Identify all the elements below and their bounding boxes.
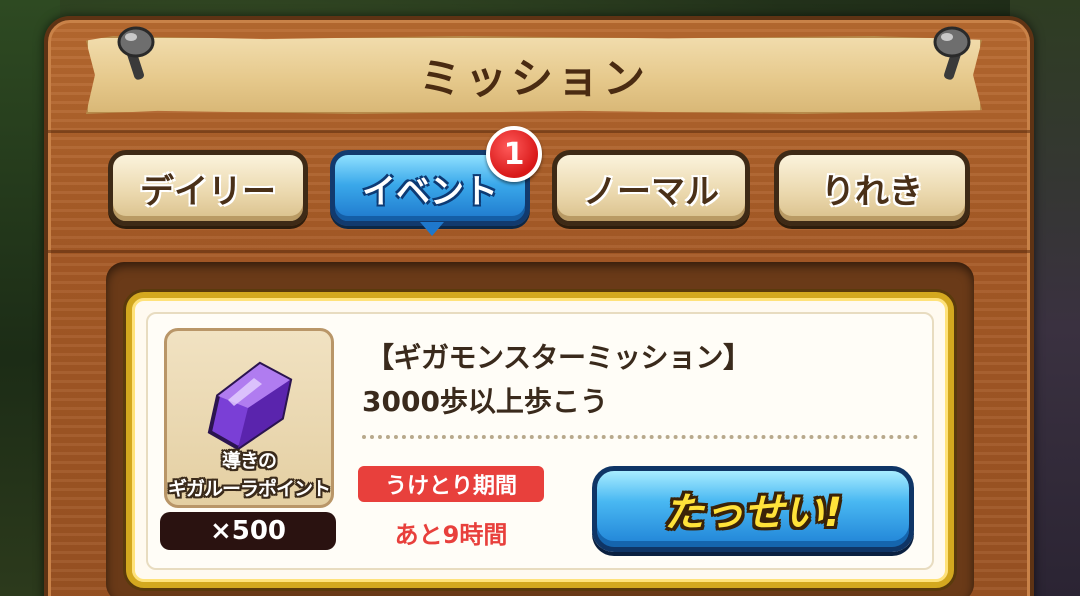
reward-quantity: ×500 [160,512,336,550]
claim-period-label: うけとり期間 [358,466,544,502]
purple-crystal-icon [207,361,293,451]
active-tab-pointer [420,222,444,236]
reward-name: 導きの ギガルーラポイント [146,442,352,508]
pin-icon [117,26,155,80]
mission-title: 【ギガモンスターミッション】 [366,341,751,374]
tab-normal[interactable]: ノーマル [552,150,750,226]
pin-icon [933,26,971,80]
notification-badge: 1 [486,126,542,182]
plank-divider [48,130,1030,133]
achieve-button[interactable]: たっせい! [592,466,914,552]
tab-daily[interactable]: デイリー [108,150,308,226]
dotted-divider [362,435,918,439]
reward-name-line2: ギガルーラポイント [167,478,331,500]
reward-name-line1: 導きの [221,450,277,472]
page-title: ミッション [418,53,649,103]
plank-divider [48,250,1030,253]
time-remaining: あと9時間 [394,520,508,549]
mission-description: 3000歩以上歩こう [362,385,608,418]
tab-history[interactable]: りれき [774,150,970,226]
